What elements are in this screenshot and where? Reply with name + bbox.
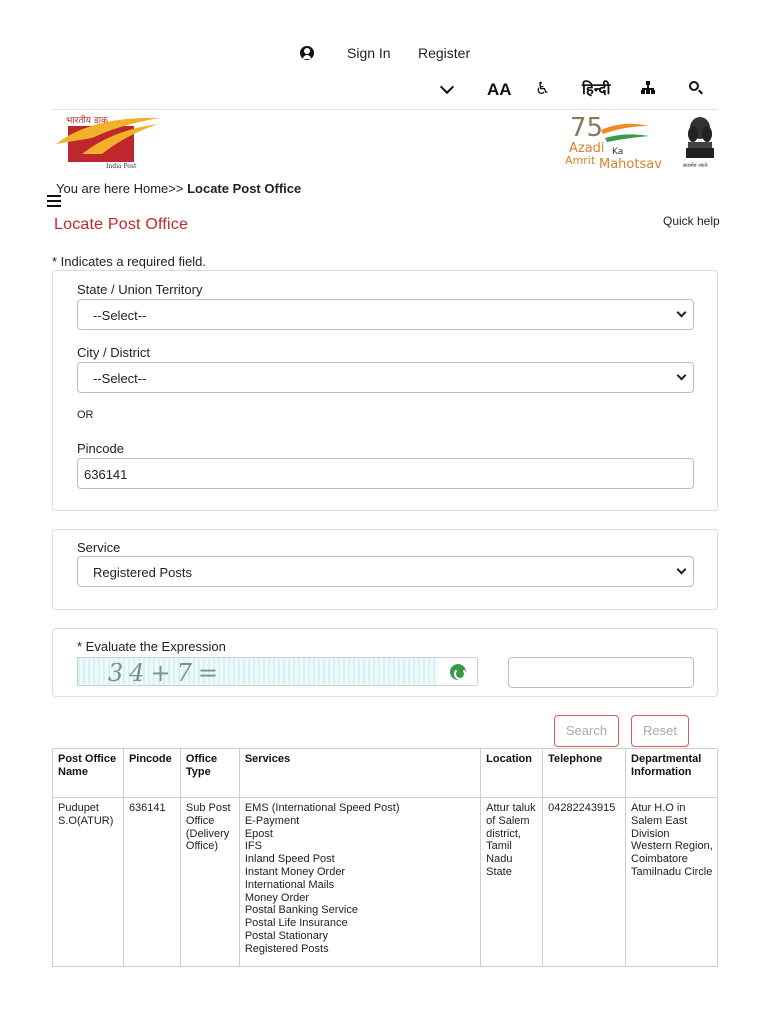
column-header-post-office-name: Post Office Name — [52, 748, 124, 798]
service-select[interactable]: Registered Posts — [77, 556, 694, 587]
state-label: State / Union Territory — [77, 282, 203, 297]
captcha-answer-input[interactable] — [508, 657, 694, 688]
city-select[interactable]: --Select-- — [77, 362, 694, 393]
chevron-down-icon — [676, 564, 687, 575]
captcha-image: 34+7= — [77, 657, 439, 686]
service-card: Service Registered Posts — [52, 529, 718, 610]
cell-location: Attur taluk of Salem district, Tamil Nad… — [480, 797, 544, 967]
column-header-location: Location — [480, 748, 544, 798]
column-header-office-type: Office Type — [179, 748, 240, 798]
service-item: Money Order — [244, 891, 310, 904]
captcha-text: 34+7= — [108, 659, 225, 686]
service-item: Postal Stationary — [244, 929, 328, 942]
header-divider — [52, 109, 718, 110]
results-table: Post Office Name Pincode Office Type Ser… — [52, 748, 718, 967]
chevron-down-icon[interactable] — [439, 79, 455, 95]
emblem-caption: सत्यमेव जयते — [683, 162, 708, 169]
search-button[interactable]: Search — [554, 715, 619, 747]
reset-button[interactable]: Reset — [631, 715, 689, 747]
cell-telephone: 04282243915 — [542, 797, 627, 967]
captcha-label: * Evaluate the Expression — [77, 639, 226, 654]
register-link[interactable]: Register — [418, 45, 470, 61]
service-item: Inland Speed Post — [244, 853, 335, 866]
required-field-note: * Indicates a required field. — [52, 254, 206, 269]
column-header-services: Services — [238, 748, 482, 798]
pincode-input-value: 636141 — [84, 467, 128, 482]
service-item: International Mails — [244, 878, 335, 891]
service-select-value: Registered Posts — [93, 565, 192, 580]
pincode-label: Pincode — [77, 441, 124, 456]
service-label: Service — [77, 540, 121, 555]
azadi-ka-amrit-mahotsav-logo: 75 Azadi Ka Amrit Mahotsav — [565, 113, 662, 172]
column-header-pincode: Pincode — [122, 748, 181, 798]
city-select-value: --Select-- — [93, 371, 147, 386]
column-header-departmental-information: Departmental Information — [625, 748, 718, 798]
amrit-text: Amrit — [565, 154, 596, 167]
quick-help-link[interactable]: Quick help — [663, 214, 720, 228]
breadcrumb: You are here Home>> Locate Post Office — [56, 181, 301, 196]
city-label: City / District — [77, 345, 150, 360]
breadcrumb-home-link[interactable]: Home>> — [134, 181, 184, 196]
sign-in-link[interactable]: Sign In — [347, 45, 391, 61]
cell-departmental-information: Atur H.O in Salem East Division Western … — [625, 797, 718, 967]
cell-post-office-name: Pudupet S.O(ATUR) — [52, 797, 124, 967]
utility-toolbar: AA ♿ हिन्दी — [0, 78, 768, 102]
cell-office-type: Sub Post Office (Delivery Office) — [179, 797, 240, 967]
service-item: Postal Life Insurance — [244, 917, 348, 930]
state-select-value: --Select-- — [93, 308, 147, 323]
pincode-input[interactable]: 636141 — [77, 458, 694, 489]
india-post-logo[interactable]: भारतीय डाक India Post — [52, 114, 162, 170]
breadcrumb-prefix: You are here — [56, 181, 134, 196]
service-item: Postal Banking Service — [244, 904, 358, 917]
column-header-telephone: Telephone — [542, 748, 627, 798]
service-item: Epost — [244, 827, 273, 840]
accessibility-icon[interactable]: ♿ — [535, 79, 550, 99]
service-item: EMS (International Speed Post) — [244, 802, 400, 814]
table-header-row: Post Office Name Pincode Office Type Ser… — [52, 748, 718, 798]
captcha-refresh-button[interactable] — [438, 657, 478, 686]
azadi-75-text: 75 — [570, 113, 603, 143]
service-item: Registered Posts — [244, 942, 329, 955]
mahotsav-text: Mahotsav — [599, 157, 662, 172]
hamburger-menu-icon[interactable] — [47, 195, 61, 207]
top-account-bar: Sign In Register — [0, 40, 768, 66]
page-title: Locate Post Office — [54, 216, 189, 233]
refresh-icon — [450, 664, 466, 680]
cell-pincode: 636141 — [122, 797, 181, 967]
breadcrumb-current: Locate Post Office — [183, 181, 302, 196]
ka-text: Ka — [612, 147, 623, 157]
service-item: Instant Money Order — [244, 865, 346, 878]
user-icon[interactable] — [300, 46, 314, 60]
or-separator: OR — [77, 409, 94, 421]
national-emblem-logo: सत्यमेव जयते — [683, 117, 714, 169]
cell-services: EMS (International Speed Post) E-Payment… — [238, 797, 482, 967]
sitemap-icon[interactable] — [641, 81, 655, 95]
india-post-hindi-text: भारतीय डाक — [66, 114, 109, 126]
chevron-down-icon — [676, 370, 687, 381]
location-search-card: State / Union Territory --Select-- City … — [52, 270, 718, 511]
font-size-icon[interactable]: AA — [487, 80, 512, 100]
table-row: Pudupet S.O(ATUR) 636141 Sub Post Office… — [52, 797, 718, 967]
hindi-language-toggle[interactable]: हिन्दी — [582, 79, 610, 99]
search-icon[interactable] — [689, 81, 699, 91]
captcha-card: * Evaluate the Expression 34+7= — [52, 628, 718, 697]
service-item: E-Payment — [244, 814, 300, 827]
state-select[interactable]: --Select-- — [77, 299, 694, 330]
chevron-down-icon — [676, 307, 687, 318]
india-post-english-text: India Post — [106, 163, 137, 170]
service-item: IFS — [244, 840, 262, 853]
